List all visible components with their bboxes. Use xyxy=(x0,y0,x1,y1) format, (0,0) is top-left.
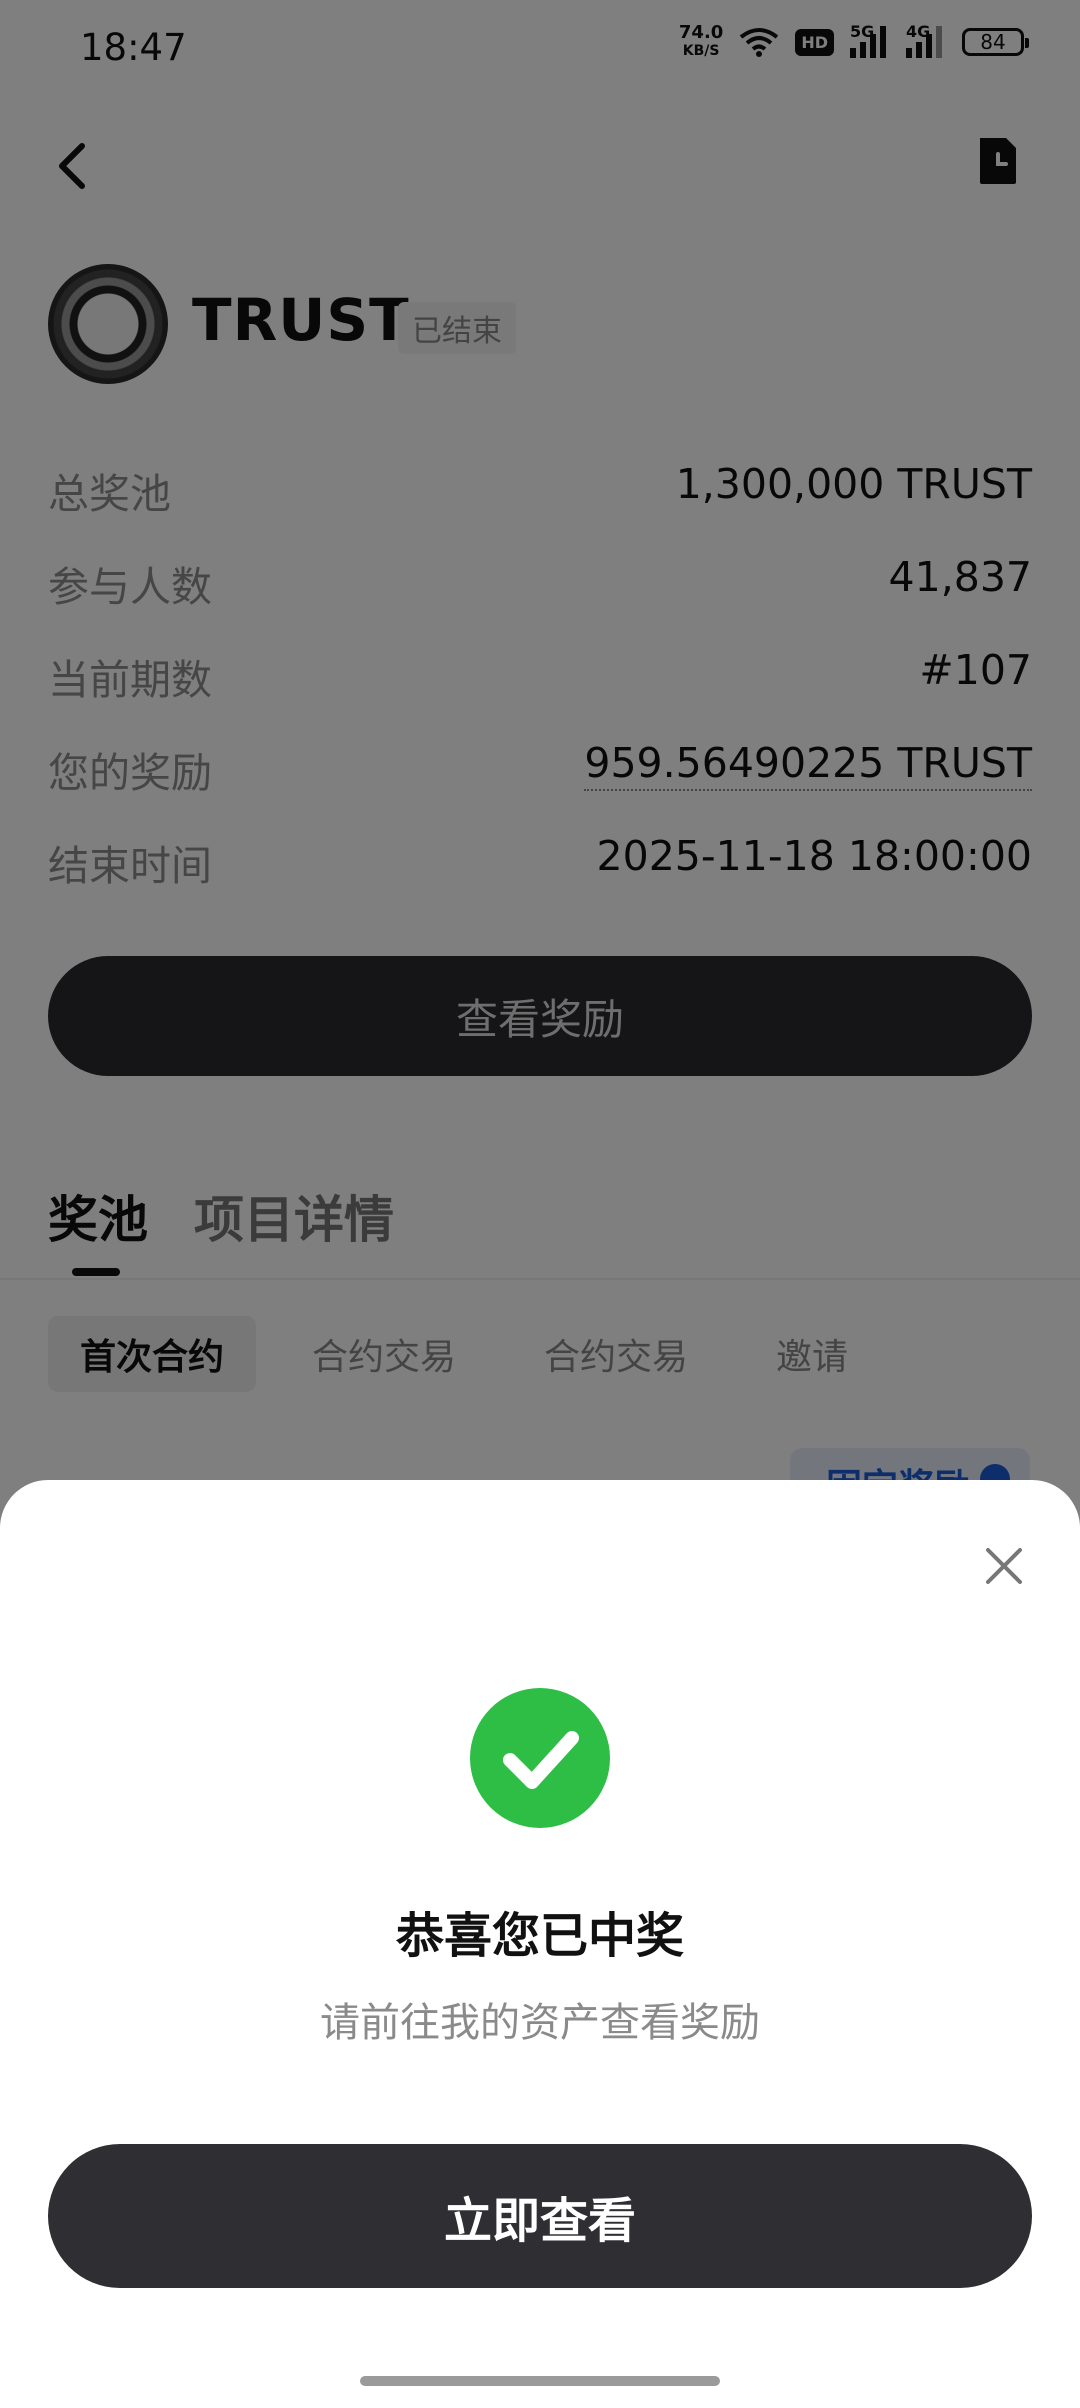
view-now-button[interactable]: 立即查看 xyxy=(48,2144,1032,2288)
sheet-title: 恭喜您已中奖 xyxy=(395,1908,684,1964)
close-icon[interactable] xyxy=(978,1540,1030,1592)
sheet-subtitle: 请前往我的资产查看奖励 xyxy=(320,2000,760,2046)
home-indicator[interactable] xyxy=(360,2376,720,2386)
win-notification-sheet: 恭喜您已中奖 请前往我的资产查看奖励 立即查看 xyxy=(0,1480,1080,2408)
success-check-icon xyxy=(470,1688,610,1828)
screen: 18:47 74.0 KB/S HD 5G 4G 84 xyxy=(0,0,1080,2408)
